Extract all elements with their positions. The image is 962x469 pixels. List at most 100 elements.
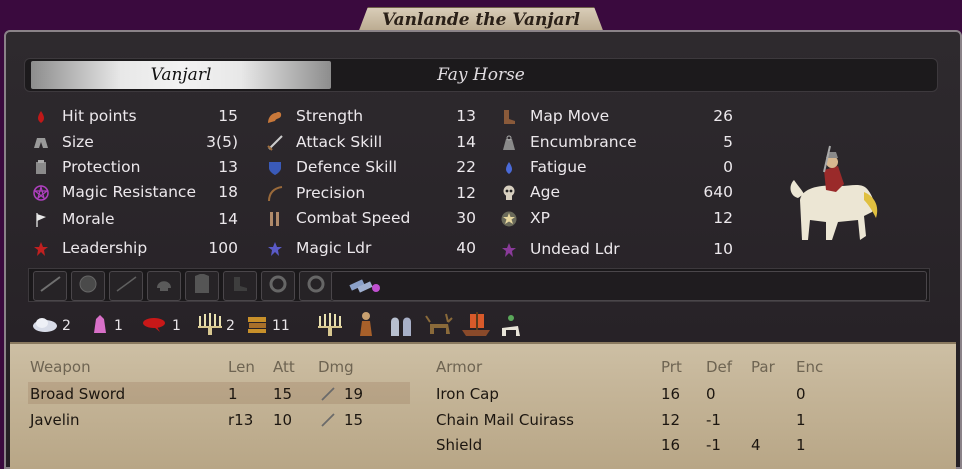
candelabra-icon (316, 310, 342, 338)
stat-value: 14 (456, 133, 476, 151)
unit-tabs: Vanjarl Fay Horse (24, 58, 938, 92)
books-icon (246, 314, 268, 338)
weapon-dmg: 19 (344, 385, 364, 403)
par-header: Par (751, 358, 775, 376)
javelin-icon (114, 274, 138, 298)
armor-name[interactable]: Chain Mail Cuirass (436, 411, 574, 429)
undead-leader-icon (500, 241, 518, 259)
stat-label: Precision (296, 184, 366, 202)
stat-label: Age (530, 183, 560, 201)
weapon-name[interactable]: Javelin (30, 411, 80, 429)
stat-value: 18 (218, 183, 238, 201)
armor-icon (192, 273, 212, 299)
candelabra-icon (196, 312, 222, 340)
ring-icon (268, 274, 288, 298)
stat-label: Protection (62, 158, 141, 176)
slot-boots[interactable] (223, 271, 257, 301)
gem-crystal: 1 (90, 314, 123, 338)
helmet-icon (154, 274, 174, 298)
stat-defence-skill[interactable]: Defence Skill 22 (266, 158, 476, 178)
stat-magic-ldr[interactable]: Magic Ldr 40 (266, 239, 476, 259)
stat-label: Morale (62, 210, 115, 228)
gem-count: 2 (226, 318, 235, 334)
size-icon (32, 134, 50, 152)
tab-vanjarl[interactable]: Vanjarl (31, 61, 331, 89)
armor-enc: 0 (796, 385, 806, 403)
stat-value: 12 (456, 184, 476, 202)
stat-strength[interactable]: Strength 13 (266, 107, 476, 127)
legs-icon (266, 210, 284, 228)
stat-label: Leadership (62, 239, 148, 257)
gem-count: 1 (114, 318, 123, 334)
stat-leadership[interactable]: Leadership 100 (32, 239, 242, 259)
xp-star-icon (500, 210, 518, 228)
stat-label: Magic Ldr (296, 239, 372, 257)
stat-size[interactable]: Size 3(5) (32, 133, 242, 153)
weapon-att: 10 (273, 411, 293, 429)
tab-fay-horse[interactable]: Fay Horse (331, 61, 631, 89)
enc-header: Enc (796, 358, 824, 376)
stat-encumbrance[interactable]: Encumbrance 5 (500, 133, 740, 153)
skull-icon (500, 184, 518, 202)
weapon-len: 1 (228, 385, 238, 403)
armor-header: Armor (436, 358, 483, 376)
armor-prt: 12 (661, 411, 681, 429)
misc-item-slot[interactable] (331, 271, 927, 301)
stat-fatigue[interactable]: Fatigue 0 (500, 158, 740, 178)
stat-xp[interactable]: XP 12 (500, 209, 740, 229)
armor-name[interactable]: Iron Cap (436, 385, 499, 403)
stat-undead-ldr[interactable]: Undead Ldr 10 (500, 240, 740, 260)
stat-value: 15 (218, 107, 238, 125)
stat-combat-speed[interactable]: Combat Speed 30 (266, 209, 476, 229)
blood-drop-icon (32, 108, 50, 126)
slot-helmet[interactable] (147, 271, 181, 301)
stat-label: Hit points (62, 107, 137, 125)
crystal-gem-icon (90, 313, 110, 339)
stat-label: Fatigue (530, 158, 587, 176)
stat-map-move[interactable]: Map Move 26 (500, 107, 740, 127)
magic-leader-icon (266, 240, 284, 258)
mounted-icon (498, 310, 524, 338)
armor-prt: 16 (661, 385, 681, 403)
slot-body-armor[interactable] (185, 271, 219, 301)
stat-label: Combat Speed (296, 209, 411, 227)
boots-icon (500, 108, 518, 126)
stat-label: Strength (296, 107, 364, 125)
ring-icon (306, 274, 326, 298)
armor-def: -1 (706, 411, 721, 429)
monk-icon (356, 310, 382, 338)
stat-attack-skill[interactable]: Attack Skill 14 (266, 133, 476, 153)
dmg-header: Dmg (318, 358, 354, 376)
stat-value: 640 (703, 183, 733, 201)
armor-enc: 1 (796, 411, 806, 429)
stat-hit-points[interactable]: Hit points 15 (32, 107, 242, 127)
bow-icon (266, 185, 284, 203)
stat-value: 5 (723, 133, 733, 151)
armor-enc: 1 (796, 436, 806, 454)
armor-name[interactable]: Shield (436, 436, 482, 454)
stat-age[interactable]: Age 640 (500, 183, 740, 203)
weapon-dmg: 15 (344, 411, 364, 429)
slot-misc-2[interactable] (299, 271, 333, 301)
slot-shield[interactable] (71, 271, 105, 301)
stat-magic-resistance[interactable]: Magic Resistance 18 (32, 183, 242, 203)
stat-morale[interactable]: Morale 14 (32, 210, 242, 230)
weapon-att: 15 (273, 385, 293, 403)
stat-value: 26 (713, 107, 733, 125)
weapon-name[interactable]: Broad Sword (30, 385, 125, 403)
slot-weapon-sword[interactable] (33, 271, 67, 301)
blood-slave-icon (142, 315, 168, 337)
slot-weapon-javelin[interactable] (109, 271, 143, 301)
weapon-len: r13 (228, 411, 254, 429)
stat-value: 13 (456, 107, 476, 125)
stat-value: 30 (456, 209, 476, 227)
att-header: Att (273, 358, 295, 376)
stat-label: Attack Skill (296, 133, 383, 151)
stat-precision[interactable]: Precision 12 (266, 184, 476, 204)
stat-protection[interactable]: Protection 13 (32, 158, 242, 178)
armor-def: 0 (706, 385, 716, 403)
damage-sword-icon (320, 386, 336, 402)
stat-value: 12 (713, 209, 733, 227)
stat-label: Defence Skill (296, 158, 398, 176)
slot-misc-1[interactable] (261, 271, 295, 301)
